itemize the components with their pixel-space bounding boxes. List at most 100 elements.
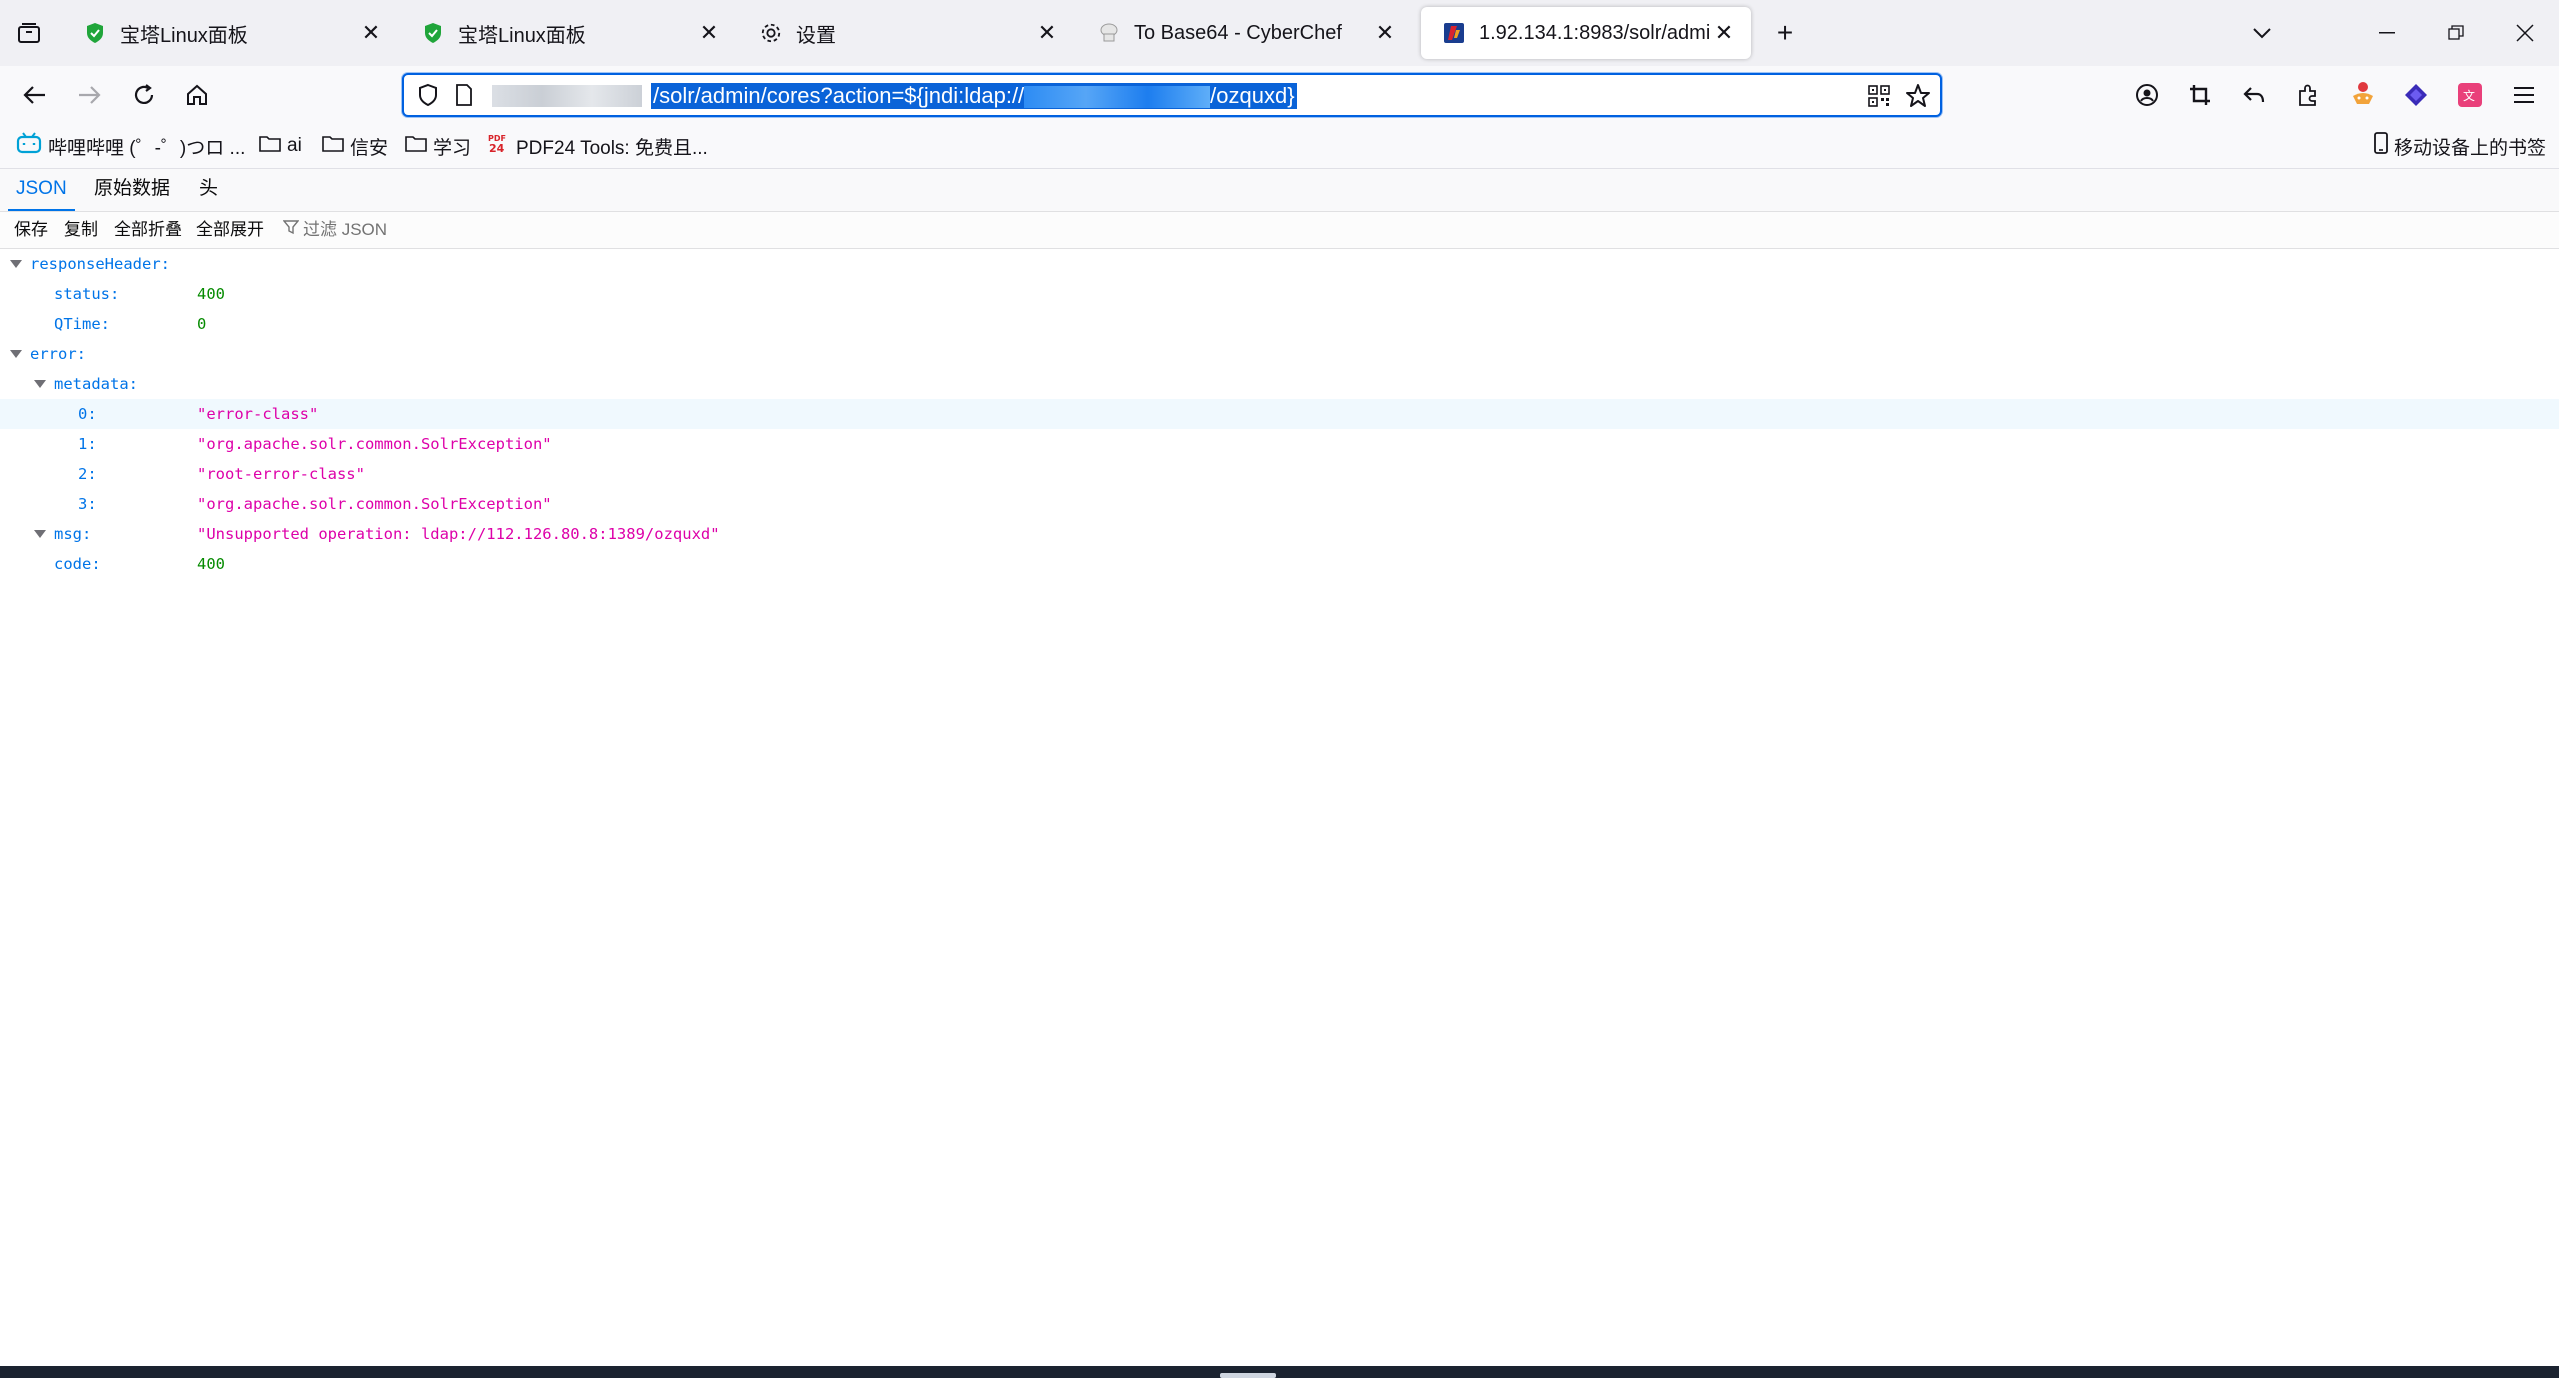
json-string: "root-error-class" bbox=[197, 465, 365, 483]
tree-row-metadata-1[interactable]: 1: "org.apache.solr.common.SolrException… bbox=[0, 429, 2559, 459]
close-window-icon[interactable] bbox=[2510, 18, 2540, 48]
bookmark-folder-xuexi[interactable]: 学习 bbox=[405, 134, 472, 159]
list-all-tabs-chevron-icon[interactable] bbox=[2247, 18, 2277, 48]
bookmark-label: 信安 bbox=[350, 137, 389, 159]
gear-icon bbox=[760, 22, 782, 44]
expand-triangle-icon[interactable] bbox=[10, 260, 22, 268]
tab-baota-2[interactable]: 宝塔Linux面板 ✕ bbox=[400, 7, 736, 59]
save-button[interactable]: 保存 bbox=[14, 219, 48, 241]
tab-title: 宝塔Linux面板 bbox=[458, 24, 586, 47]
restore-icon[interactable] bbox=[2441, 20, 2471, 46]
json-key: 2: bbox=[78, 465, 97, 483]
tree-row-metadata-3[interactable]: 3: "org.apache.solr.common.SolrException… bbox=[0, 489, 2559, 519]
json-key: 3: bbox=[78, 495, 97, 513]
close-icon[interactable]: ✕ bbox=[1711, 20, 1737, 46]
address-bar[interactable]: /solr/admin/cores?action=${jndi:ldap:// /… bbox=[402, 73, 1942, 117]
undo-arrow-icon[interactable] bbox=[2239, 80, 2269, 110]
tab-title: To Base64 - CyberChef bbox=[1134, 21, 1342, 44]
filter-json-input[interactable]: 过滤 JSON bbox=[282, 219, 388, 241]
new-tab-plus-icon[interactable]: + bbox=[1770, 17, 1800, 48]
page-info-icon[interactable] bbox=[452, 83, 476, 107]
taskbar-indicator bbox=[1220, 1373, 1276, 1378]
mobile-bookmarks-label: 移动设备上的书签 bbox=[2394, 137, 2547, 159]
svg-text:24: 24 bbox=[489, 142, 505, 154]
filter-funnel-icon bbox=[282, 219, 300, 241]
bookmark-star-icon[interactable] bbox=[1904, 82, 1932, 110]
account-icon[interactable] bbox=[2132, 80, 2162, 110]
json-string: "org.apache.solr.common.SolrException" bbox=[197, 495, 552, 513]
tab-json[interactable]: JSON bbox=[8, 169, 75, 211]
json-key: 1: bbox=[78, 435, 97, 453]
firefox-view-icon[interactable] bbox=[14, 20, 44, 46]
tab-baota-1[interactable]: 宝塔Linux面板 ✕ bbox=[62, 7, 398, 59]
translate-icon[interactable]: 文 bbox=[2455, 80, 2485, 110]
tree-row-msg[interactable]: msg: "Unsupported operation: ldap://112.… bbox=[0, 519, 2559, 549]
close-icon[interactable]: ✕ bbox=[1034, 20, 1060, 46]
json-key: msg: bbox=[54, 525, 92, 543]
bookmark-folder-xinan[interactable]: 信安 bbox=[322, 134, 389, 159]
bookmark-label: 哔哩哔哩 (゜-゜)つロ ... bbox=[48, 137, 246, 159]
json-number: 400 bbox=[197, 285, 225, 303]
json-key: 0: bbox=[78, 405, 97, 423]
app-menu-hamburger-icon[interactable] bbox=[2509, 80, 2539, 110]
bookmark-bilibili[interactable]: 哔哩哔哩 (゜-゜)つロ ... bbox=[16, 132, 246, 160]
bookmark-pdf24[interactable]: PDF 24 PDF24 Tools: 免费且... bbox=[488, 132, 708, 160]
extensions-puzzle-icon[interactable] bbox=[2293, 80, 2323, 110]
tracking-shield-icon[interactable] bbox=[416, 83, 440, 107]
close-icon[interactable]: ✕ bbox=[696, 20, 722, 46]
taskbar-edge bbox=[0, 1366, 2559, 1378]
close-icon[interactable]: ✕ bbox=[1372, 20, 1398, 46]
folder-icon bbox=[405, 134, 433, 158]
tree-row-metadata-0[interactable]: 0: "error-class" bbox=[0, 399, 2559, 429]
tree-row-code[interactable]: code: 400 bbox=[0, 549, 2559, 579]
bookmarks-toolbar: 哔哩哔哩 (゜-゜)つロ ... ai 信安 学习 PDF 24 PDF24 To… bbox=[0, 124, 2559, 169]
tree-row-metadata[interactable]: metadata: bbox=[0, 369, 2559, 399]
qr-code-icon[interactable] bbox=[1866, 83, 1892, 109]
back-arrow-icon[interactable] bbox=[20, 80, 50, 110]
extension-fox-icon[interactable] bbox=[2347, 78, 2379, 110]
extension-diamond-icon[interactable] bbox=[2401, 80, 2431, 110]
expand-triangle-icon[interactable] bbox=[10, 350, 22, 358]
tab-title: 设置 bbox=[796, 24, 836, 47]
tab-strip: 宝塔Linux面板 ✕ 宝塔Linux面板 ✕ 设置 ✕ To Base64 -… bbox=[0, 0, 2559, 66]
tree-row-responseheader[interactable]: responseHeader: bbox=[0, 249, 2559, 279]
tab-solr[interactable]: 1.92.134.1:8983/solr/admin/c ✕ bbox=[1421, 7, 1751, 59]
bt-shield-icon bbox=[422, 22, 444, 44]
close-icon[interactable]: ✕ bbox=[358, 20, 384, 46]
home-icon[interactable] bbox=[182, 80, 212, 110]
pdf24-icon: PDF 24 bbox=[488, 132, 516, 160]
tree-row-error[interactable]: error: bbox=[0, 339, 2559, 369]
json-string: "org.apache.solr.common.SolrException" bbox=[197, 435, 552, 453]
bookmark-label: 学习 bbox=[433, 137, 472, 159]
url-text[interactable]: /solr/admin/cores?action=${jndi:ldap:// /… bbox=[651, 83, 1297, 109]
bookmark-folder-ai[interactable]: ai bbox=[259, 134, 302, 158]
tree-row-qtime[interactable]: QTime: 0 bbox=[0, 309, 2559, 339]
reload-icon[interactable] bbox=[129, 80, 159, 110]
forward-arrow-icon[interactable] bbox=[74, 80, 104, 110]
json-toolbar: 保存 复制 全部折叠 全部展开 过滤 JSON bbox=[0, 212, 2559, 249]
solr-icon bbox=[1443, 22, 1465, 44]
tab-raw-data[interactable]: 原始数据 bbox=[86, 169, 178, 211]
json-key: metadata: bbox=[54, 375, 138, 393]
json-viewer-tabs: JSON 原始数据 头 bbox=[0, 169, 2559, 212]
json-key: status: bbox=[54, 285, 120, 303]
url-part-suffix: /ozquxd} bbox=[1210, 83, 1295, 108]
filter-placeholder: 过滤 JSON bbox=[303, 220, 388, 239]
copy-button[interactable]: 复制 bbox=[64, 219, 98, 241]
minimize-icon[interactable] bbox=[2372, 20, 2402, 46]
tab-cyberchef[interactable]: To Base64 - CyberChef ✕ bbox=[1076, 7, 1412, 59]
expand-all-button[interactable]: 全部展开 bbox=[196, 219, 264, 241]
expand-triangle-icon[interactable] bbox=[34, 380, 46, 388]
mobile-bookmarks[interactable]: 移动设备上的书签 bbox=[2374, 132, 2547, 159]
bilibili-icon bbox=[16, 132, 48, 160]
tree-row-status[interactable]: status: 400 bbox=[0, 279, 2559, 309]
crop-screenshot-icon[interactable] bbox=[2185, 80, 2215, 110]
redacted-host bbox=[492, 85, 642, 107]
tab-settings[interactable]: 设置 ✕ bbox=[738, 7, 1074, 59]
json-key: code: bbox=[54, 555, 101, 573]
collapse-all-button[interactable]: 全部折叠 bbox=[114, 219, 182, 241]
tab-headers[interactable]: 头 bbox=[191, 169, 226, 211]
expand-triangle-icon[interactable] bbox=[34, 530, 46, 538]
json-key: error: bbox=[30, 345, 86, 363]
tree-row-metadata-2[interactable]: 2: "root-error-class" bbox=[0, 459, 2559, 489]
